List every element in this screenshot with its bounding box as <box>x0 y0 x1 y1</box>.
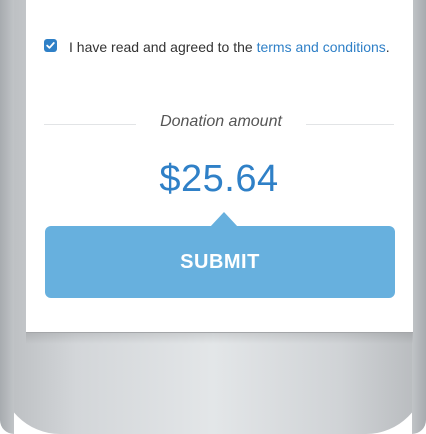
screen-shadow <box>26 332 413 344</box>
terms-text-before: I have read and agreed to the <box>69 39 257 55</box>
phone-edge-left <box>0 0 14 434</box>
donation-divider-left <box>44 124 136 125</box>
terms-text-after: . <box>385 39 390 55</box>
phone-edge-right <box>412 0 426 434</box>
donation-divider-right <box>306 124 394 125</box>
terms-text: I have read and agreed to the terms and … <box>69 36 399 58</box>
donation-amount: $25.64 <box>159 158 279 200</box>
submit-button[interactable]: SUBMIT <box>45 226 395 298</box>
app-stage: I have read and agreed to the terms and … <box>0 0 426 434</box>
terms-checkbox[interactable] <box>44 39 57 52</box>
submit-notch <box>210 212 238 227</box>
terms-link[interactable]: terms and conditions <box>257 39 386 55</box>
donation-label: Donation amount <box>160 113 282 130</box>
check-icon <box>46 42 55 49</box>
